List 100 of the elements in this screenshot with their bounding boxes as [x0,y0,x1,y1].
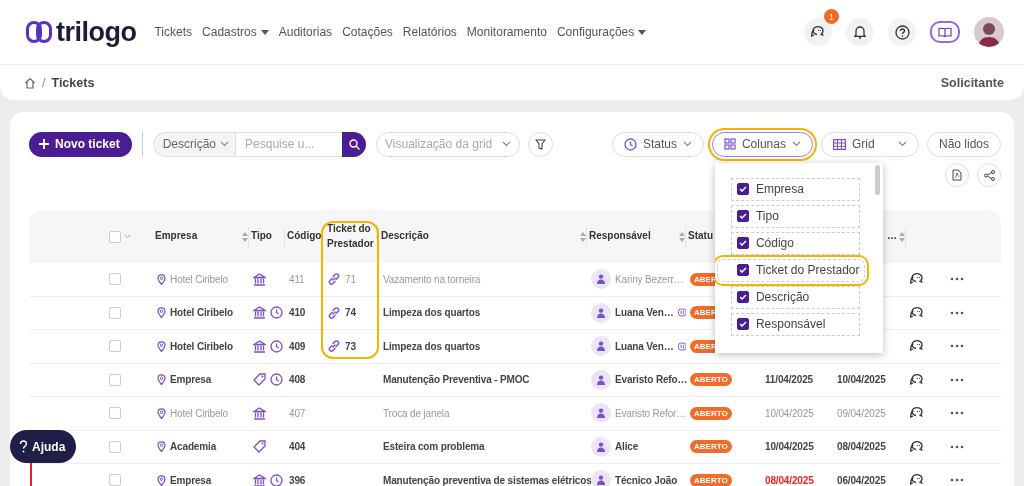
date: 08/04/2025 [837,441,886,453]
row-checkbox[interactable] [109,440,121,453]
row-checkbox[interactable] [109,407,121,420]
menu-item[interactable]: Código [730,231,860,255]
menu-item[interactable]: Responsável [730,312,860,336]
columns-icon [723,138,736,150]
chat-icon[interactable] [910,439,925,454]
nav-link[interactable]: Tickets [154,25,193,39]
search-field[interactable]: Pesquise u... [236,131,343,157]
toolbar-button[interactable]: Status [611,131,704,157]
column-header[interactable]: Descrição [381,229,578,244]
company-name: Hotel Ciribelo [170,340,233,352]
ticket-code: 410 [289,307,306,319]
checkbox[interactable] [736,318,749,330]
responsible-name: Alice [615,441,639,453]
chat-button[interactable] [804,18,832,46]
link-icon [327,339,341,354]
chevron-down-icon [502,141,512,147]
nav-link[interactable]: Relatórios [402,25,457,39]
responsible-name: Kariny Bezerr… [615,273,684,285]
responsible-name: Luana Ven… [615,340,674,352]
nav-link[interactable]: Cadastros [202,25,269,39]
more-icon[interactable] [950,344,964,349]
chat-icon[interactable] [910,406,925,421]
chat-icon[interactable] [910,305,925,320]
help-button[interactable] [888,18,916,46]
nav-link[interactable]: Cotações [342,25,393,39]
more-icon[interactable] [950,310,964,315]
row-checkbox[interactable] [109,474,121,486]
location-pin-icon [157,374,166,386]
ticket-code: 404 [289,441,306,453]
location-pin-icon [157,407,166,419]
more-icon[interactable] [950,377,964,382]
responsible-name: Luana Ven… [615,307,674,319]
row-checkbox[interactable] [109,273,121,286]
select-all-checkbox[interactable] [109,230,121,243]
toolbar-button[interactable]: Grid [820,131,919,157]
date: 10/04/2025 [765,441,814,453]
nav-link[interactable]: Monitoramento [466,25,547,39]
chat-icon[interactable] [910,372,925,387]
check-icon [738,294,747,300]
more-icon[interactable] [950,478,964,483]
share-icon [983,169,995,181]
row-checkbox[interactable] [109,306,121,319]
link-icon [327,272,341,287]
clock-icon [623,137,637,151]
help-button[interactable]: Ajuda [10,430,77,463]
column-header[interactable]: Código [287,229,322,244]
nav-link[interactable]: Auditorias [278,25,333,39]
person-icon [597,475,605,486]
chevron-down-icon [682,141,692,147]
plus-icon [39,139,49,149]
check-icon [738,267,747,273]
breadcrumb-separator: / [42,75,46,90]
date: 09/04/2025 [837,407,886,419]
search-field-selector[interactable]: Descrição [152,131,237,157]
row-checkbox[interactable] [109,373,121,386]
home-icon[interactable] [24,76,36,89]
column-header[interactable]: Tipo [251,229,284,244]
company-name: Empresa [170,374,212,386]
more-icon[interactable] [950,277,964,282]
menu-item[interactable]: Descrição [730,285,860,309]
checkbox[interactable] [736,264,749,276]
checkbox[interactable] [736,237,749,249]
location-pin-icon [157,340,166,352]
scrollbar[interactable] [874,164,880,195]
checkbox[interactable] [736,183,749,195]
more-icon[interactable] [950,411,964,416]
grid-icon [832,138,846,150]
column-header[interactable]: Empresa [155,229,240,244]
more-icon[interactable] [950,444,964,449]
checkbox[interactable] [736,291,749,303]
column-header[interactable]: … [887,229,897,244]
row-checkbox[interactable] [109,340,121,353]
date: 10/04/2025 [765,407,814,419]
notifications-button[interactable] [846,18,874,46]
checkbox[interactable] [736,210,749,222]
chat-icon[interactable] [910,473,925,486]
status-badge: ABERTO [690,440,732,454]
ticket-description: Troca de janela [383,407,450,419]
location-pin-icon [157,273,166,285]
new-ticket-button[interactable]: Novo ticket [29,131,132,157]
book-button[interactable] [930,21,960,43]
column-header[interactable]: Ticket do Prestador [325,222,374,251]
column-header[interactable]: Responsável [589,229,677,244]
menu-item[interactable]: Tipo [730,204,860,228]
caret-icon [260,29,269,35]
menu-item[interactable]: Empresa [730,177,860,201]
nav-link[interactable]: Configurações [556,25,647,39]
chat-icon[interactable] [910,339,925,354]
question-icon [19,440,28,453]
person-icon [597,307,605,318]
search-button[interactable] [342,131,367,157]
notification-badge: 1 [824,9,839,24]
book-icon [938,27,952,37]
avatar[interactable] [974,17,1004,47]
filter-icon [535,138,547,150]
chat-icon[interactable] [910,272,925,287]
date: 08/04/2025 [765,474,814,486]
toolbar-button[interactable]: Não lidos [926,131,1001,157]
